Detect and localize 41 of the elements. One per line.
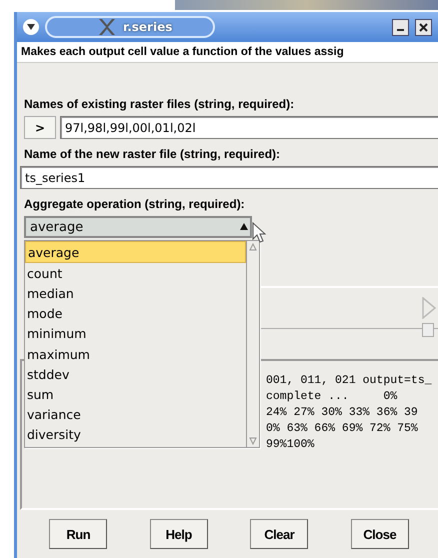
field-label: Names of existing raster files (string, required): (23, 96, 296, 113)
action-button[interactable]: Help (150, 519, 208, 549)
dropdown-option[interactable]: stddev (25, 364, 246, 384)
action-button[interactable]: Close (350, 519, 409, 549)
action-button[interactable]: Clear (250, 519, 308, 549)
minimize-button[interactable] (392, 18, 409, 36)
dropdown-option[interactable]: average (25, 241, 246, 264)
close-button[interactable] (415, 18, 432, 36)
select-files-button[interactable]: > (24, 116, 56, 139)
module-description: Makes each output cell value a function of the values assig (17, 42, 438, 63)
dropdown-option[interactable]: maximum (25, 344, 246, 364)
text-field[interactable]: ts_series1 (20, 166, 438, 189)
dropdown-option[interactable]: median (25, 283, 246, 304)
window-menu-button[interactable] (23, 19, 39, 35)
scroll-up-icon[interactable] (249, 243, 257, 251)
field-label: Name of the new raster file (string, required): (23, 146, 282, 163)
output-line: 0% 63% 66% 69% 72% 75% (266, 421, 419, 437)
x-logo-icon (97, 18, 117, 36)
dropdown-option[interactable]: minimum (25, 324, 246, 344)
caret-icon (26, 23, 36, 31)
play-icon[interactable] (422, 297, 436, 319)
close-icon (419, 22, 428, 32)
scroll-down-icon[interactable] (249, 437, 257, 445)
dropdown-option[interactable]: variance (25, 404, 246, 425)
action-button[interactable]: Run (49, 519, 108, 549)
text-field[interactable]: 97l,98l,99l,00l,01l,02l (60, 116, 438, 139)
dropdown-option[interactable]: diversity (25, 424, 246, 445)
output-line: 99%100% (266, 437, 316, 453)
output-line: complete ... 0% (266, 389, 398, 405)
dropdown-option[interactable]: count (25, 263, 246, 284)
output-line: 24% 27% 30% 33% 36% 39 (266, 405, 419, 421)
output-line: 001, 011, 021 output=ts_ (266, 373, 433, 389)
window-title: r.series (123, 20, 172, 34)
aggregate-dropdown[interactable]: average (24, 216, 252, 238)
minimize-icon (397, 29, 404, 31)
dropdown-option[interactable]: mode (25, 304, 246, 324)
dropdown-option[interactable]: sum (25, 384, 246, 404)
mouse-pointer-icon (252, 222, 266, 244)
scrollbar[interactable] (246, 241, 259, 447)
field-label: Aggregate operation (string, required): (23, 196, 246, 213)
slider-handle[interactable] (422, 323, 434, 337)
